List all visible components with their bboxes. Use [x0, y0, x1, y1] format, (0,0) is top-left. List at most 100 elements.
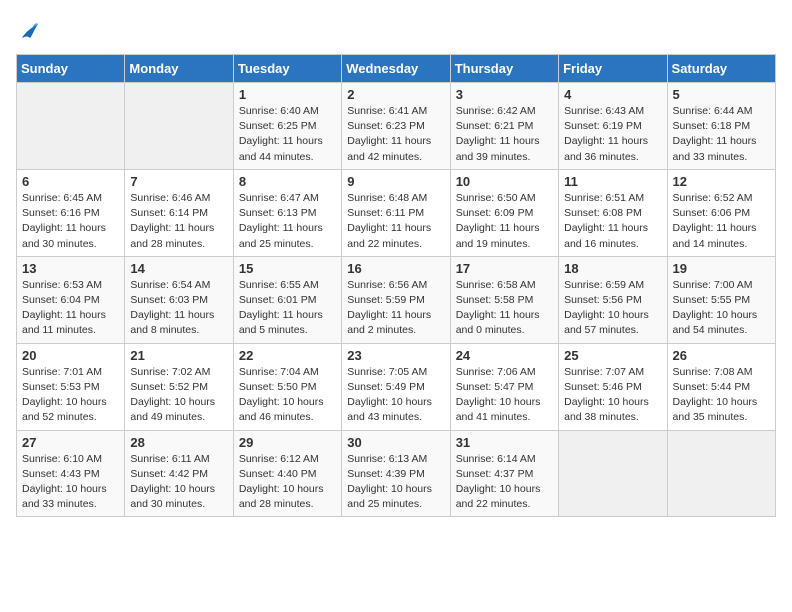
calendar-cell: 21 Sunrise: 7:02 AM Sunset: 5:52 PM Dayli…	[125, 343, 233, 430]
day-number: 22	[239, 348, 336, 363]
day-number: 23	[347, 348, 444, 363]
day-info: Sunrise: 6:58 AM Sunset: 5:58 PM Dayligh…	[456, 278, 553, 339]
day-number: 24	[456, 348, 553, 363]
calendar-week-2: 6Sunrise: 6:45 AM Sunset: 6:16 PM Daylig…	[17, 169, 776, 256]
day-info: Sunrise: 6:14 AM Sunset: 4:37 PM Dayligh…	[456, 452, 553, 513]
calendar-cell: 24 Sunrise: 7:06 AM Sunset: 5:47 PM Dayli…	[450, 343, 558, 430]
day-number: 8	[239, 174, 336, 189]
calendar-cell: 22 Sunrise: 7:04 AM Sunset: 5:50 PM Dayli…	[233, 343, 341, 430]
day-info: Sunrise: 6:59 AM Sunset: 5:56 PM Dayligh…	[564, 278, 661, 339]
day-number: 2	[347, 87, 444, 102]
calendar-cell: 29 Sunrise: 6:12 AM Sunset: 4:40 PM Dayli…	[233, 430, 341, 517]
day-info: Sunrise: 7:07 AM Sunset: 5:46 PM Dayligh…	[564, 365, 661, 426]
day-info: Sunrise: 6:10 AM Sunset: 4:43 PM Dayligh…	[22, 452, 119, 513]
day-info: Sunrise: 6:54 AM Sunset: 6:03 PM Dayligh…	[130, 278, 227, 339]
calendar-cell: 5 Sunrise: 6:44 AM Sunset: 6:18 PM Daylig…	[667, 83, 775, 170]
calendar-dow-sunday: Sunday	[17, 55, 125, 83]
day-info: Sunrise: 6:53 AM Sunset: 6:04 PM Dayligh…	[22, 278, 119, 339]
day-number: 16	[347, 261, 444, 276]
page-header	[16, 16, 776, 44]
calendar-cell: 6Sunrise: 6:45 AM Sunset: 6:16 PM Daylig…	[17, 169, 125, 256]
calendar-cell: 19Sunrise: 7:00 AM Sunset: 5:55 PM Dayli…	[667, 256, 775, 343]
calendar-dow-thursday: Thursday	[450, 55, 558, 83]
calendar-cell: 1 Sunrise: 6:40 AM Sunset: 6:25 PM Daylig…	[233, 83, 341, 170]
calendar-cell	[559, 430, 667, 517]
day-info: Sunrise: 6:48 AM Sunset: 6:11 PM Dayligh…	[347, 191, 444, 252]
calendar-cell: 14 Sunrise: 6:54 AM Sunset: 6:03 PM Dayli…	[125, 256, 233, 343]
calendar-cell	[667, 430, 775, 517]
calendar-cell: 11Sunrise: 6:51 AM Sunset: 6:08 PM Dayli…	[559, 169, 667, 256]
calendar-cell	[125, 83, 233, 170]
day-number: 13	[22, 261, 119, 276]
calendar-cell: 2 Sunrise: 6:41 AM Sunset: 6:23 PM Daylig…	[342, 83, 450, 170]
day-info: Sunrise: 6:44 AM Sunset: 6:18 PM Dayligh…	[673, 104, 770, 165]
calendar-cell: 28 Sunrise: 6:11 AM Sunset: 4:42 PM Dayli…	[125, 430, 233, 517]
calendar-week-3: 13 Sunrise: 6:53 AM Sunset: 6:04 PM Dayli…	[17, 256, 776, 343]
calendar-cell: 7 Sunrise: 6:46 AM Sunset: 6:14 PM Daylig…	[125, 169, 233, 256]
calendar-cell: 31 Sunrise: 6:14 AM Sunset: 4:37 PM Dayli…	[450, 430, 558, 517]
day-number: 20	[22, 348, 119, 363]
day-info: Sunrise: 6:43 AM Sunset: 6:19 PM Dayligh…	[564, 104, 661, 165]
day-info: Sunrise: 6:47 AM Sunset: 6:13 PM Dayligh…	[239, 191, 336, 252]
day-number: 12	[673, 174, 770, 189]
day-info: Sunrise: 7:06 AM Sunset: 5:47 PM Dayligh…	[456, 365, 553, 426]
calendar-cell: 13 Sunrise: 6:53 AM Sunset: 6:04 PM Dayli…	[17, 256, 125, 343]
calendar-cell: 23 Sunrise: 7:05 AM Sunset: 5:49 PM Dayli…	[342, 343, 450, 430]
day-info: Sunrise: 6:12 AM Sunset: 4:40 PM Dayligh…	[239, 452, 336, 513]
day-info: Sunrise: 7:01 AM Sunset: 5:53 PM Dayligh…	[22, 365, 119, 426]
day-info: Sunrise: 6:13 AM Sunset: 4:39 PM Dayligh…	[347, 452, 444, 513]
day-number: 17	[456, 261, 553, 276]
calendar-cell: 15Sunrise: 6:55 AM Sunset: 6:01 PM Dayli…	[233, 256, 341, 343]
day-number: 7	[130, 174, 227, 189]
calendar-cell: 3Sunrise: 6:42 AM Sunset: 6:21 PM Daylig…	[450, 83, 558, 170]
calendar-dow-wednesday: Wednesday	[342, 55, 450, 83]
day-info: Sunrise: 6:11 AM Sunset: 4:42 PM Dayligh…	[130, 452, 227, 513]
calendar-week-1: 1 Sunrise: 6:40 AM Sunset: 6:25 PM Daylig…	[17, 83, 776, 170]
day-info: Sunrise: 7:08 AM Sunset: 5:44 PM Dayligh…	[673, 365, 770, 426]
day-info: Sunrise: 6:46 AM Sunset: 6:14 PM Dayligh…	[130, 191, 227, 252]
logo-icon	[16, 16, 44, 44]
calendar-cell: 4Sunrise: 6:43 AM Sunset: 6:19 PM Daylig…	[559, 83, 667, 170]
calendar-dow-tuesday: Tuesday	[233, 55, 341, 83]
day-number: 18	[564, 261, 661, 276]
day-info: Sunrise: 7:04 AM Sunset: 5:50 PM Dayligh…	[239, 365, 336, 426]
day-number: 10	[456, 174, 553, 189]
calendar-week-5: 27 Sunrise: 6:10 AM Sunset: 4:43 PM Dayli…	[17, 430, 776, 517]
day-number: 27	[22, 435, 119, 450]
day-info: Sunrise: 6:45 AM Sunset: 6:16 PM Dayligh…	[22, 191, 119, 252]
day-number: 28	[130, 435, 227, 450]
day-number: 19	[673, 261, 770, 276]
calendar-dow-saturday: Saturday	[667, 55, 775, 83]
day-number: 14	[130, 261, 227, 276]
day-number: 9	[347, 174, 444, 189]
day-number: 31	[456, 435, 553, 450]
day-info: Sunrise: 6:52 AM Sunset: 6:06 PM Dayligh…	[673, 191, 770, 252]
logo	[16, 16, 48, 44]
day-number: 5	[673, 87, 770, 102]
calendar-cell: 12 Sunrise: 6:52 AM Sunset: 6:06 PM Dayli…	[667, 169, 775, 256]
day-info: Sunrise: 6:56 AM Sunset: 5:59 PM Dayligh…	[347, 278, 444, 339]
calendar-cell: 20 Sunrise: 7:01 AM Sunset: 5:53 PM Dayli…	[17, 343, 125, 430]
day-number: 25	[564, 348, 661, 363]
calendar-dow-monday: Monday	[125, 55, 233, 83]
calendar-cell: 9 Sunrise: 6:48 AM Sunset: 6:11 PM Daylig…	[342, 169, 450, 256]
calendar-cell: 25 Sunrise: 7:07 AM Sunset: 5:46 PM Dayli…	[559, 343, 667, 430]
calendar-week-4: 20 Sunrise: 7:01 AM Sunset: 5:53 PM Dayli…	[17, 343, 776, 430]
day-info: Sunrise: 7:05 AM Sunset: 5:49 PM Dayligh…	[347, 365, 444, 426]
day-info: Sunrise: 6:41 AM Sunset: 6:23 PM Dayligh…	[347, 104, 444, 165]
calendar-cell: 10 Sunrise: 6:50 AM Sunset: 6:09 PM Dayli…	[450, 169, 558, 256]
day-info: Sunrise: 6:40 AM Sunset: 6:25 PM Dayligh…	[239, 104, 336, 165]
day-info: Sunrise: 7:02 AM Sunset: 5:52 PM Dayligh…	[130, 365, 227, 426]
day-number: 29	[239, 435, 336, 450]
calendar-header-row: SundayMondayTuesdayWednesdayThursdayFrid…	[17, 55, 776, 83]
day-number: 1	[239, 87, 336, 102]
calendar-cell	[17, 83, 125, 170]
day-number: 30	[347, 435, 444, 450]
calendar-table: SundayMondayTuesdayWednesdayThursdayFrid…	[16, 54, 776, 517]
day-info: Sunrise: 6:42 AM Sunset: 6:21 PM Dayligh…	[456, 104, 553, 165]
day-number: 21	[130, 348, 227, 363]
calendar-cell: 30 Sunrise: 6:13 AM Sunset: 4:39 PM Dayli…	[342, 430, 450, 517]
day-info: Sunrise: 6:50 AM Sunset: 6:09 PM Dayligh…	[456, 191, 553, 252]
calendar-cell: 16 Sunrise: 6:56 AM Sunset: 5:59 PM Dayli…	[342, 256, 450, 343]
calendar-cell: 8 Sunrise: 6:47 AM Sunset: 6:13 PM Daylig…	[233, 169, 341, 256]
